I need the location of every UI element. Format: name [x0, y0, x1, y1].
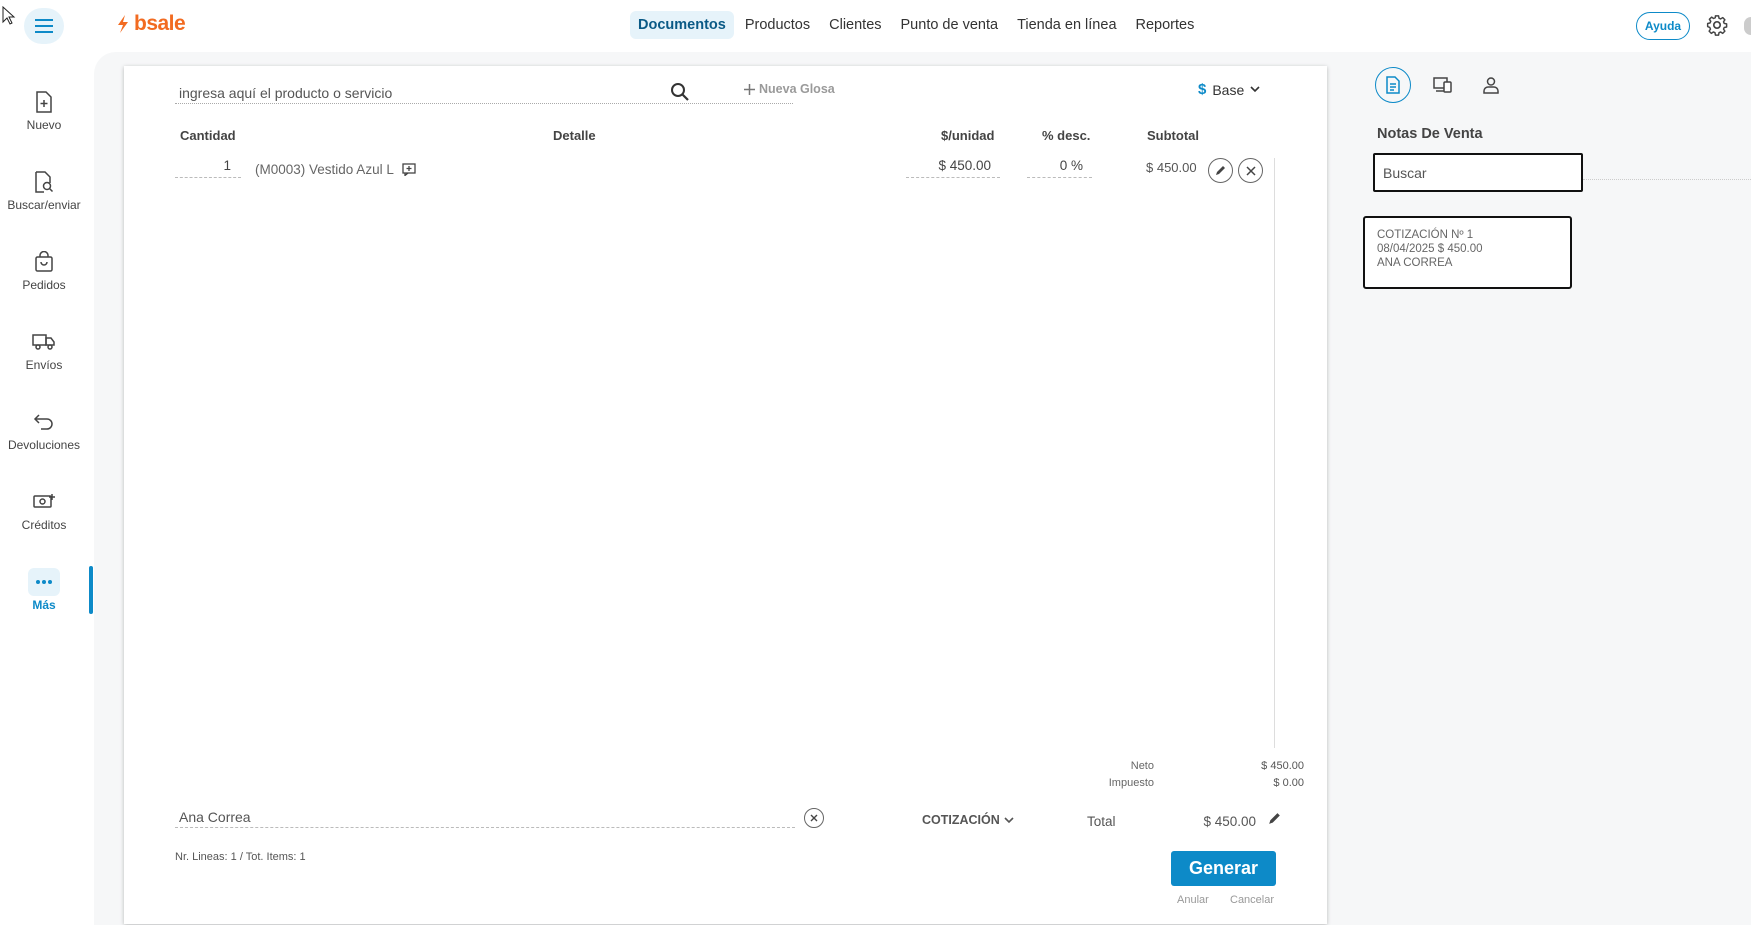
document-icon: [1386, 76, 1400, 94]
nav-productos[interactable]: Productos: [737, 11, 818, 39]
close-icon: [810, 814, 818, 822]
plus-icon: [744, 83, 755, 95]
add-note-icon[interactable]: [402, 163, 416, 176]
chevron-down-icon: [1004, 816, 1014, 823]
qty-input[interactable]: 1: [175, 158, 241, 178]
sidebar-item-label: Nuevo: [26, 118, 62, 132]
sidebar-item-envios[interactable]: Envíos: [0, 328, 88, 372]
clear-client-button[interactable]: [804, 808, 824, 828]
nav-reportes[interactable]: Reportes: [1128, 11, 1203, 39]
truck-icon: [32, 334, 55, 350]
client-input[interactable]: Ana Correa: [175, 806, 795, 828]
mouse-cursor-icon: [2, 6, 16, 25]
sidebar-item-label: Envíos: [25, 358, 63, 372]
menu-button[interactable]: [24, 8, 64, 44]
panel-title: Notas De Venta: [1377, 126, 1483, 142]
void-link[interactable]: Anular: [1177, 894, 1209, 906]
active-indicator: [89, 566, 93, 614]
col-desc: % desc.: [1042, 128, 1091, 143]
price-list-label: Base: [1212, 81, 1245, 98]
tab-client[interactable]: [1473, 67, 1509, 103]
notes-search-input[interactable]: Buscar: [1373, 153, 1583, 192]
help-button[interactable]: Ayuda: [1636, 12, 1690, 40]
search-underline: [1583, 179, 1751, 180]
neto-label: Neto: [1130, 760, 1154, 772]
total-label: Total: [1087, 814, 1116, 829]
unit-price-input[interactable]: $ 450.00: [906, 158, 1000, 178]
sidebar-item-creditos[interactable]: Créditos: [0, 488, 88, 532]
bsale-logo-icon: [118, 15, 128, 33]
card-line-1: COTIZACIÓN Nº 1: [1377, 229, 1474, 241]
cash-plus-icon: [33, 494, 55, 508]
bag-icon: [35, 251, 53, 272]
document-panel: ingresa aquí el producto o servicio Nuev…: [124, 66, 1327, 924]
pencil-icon[interactable]: [1268, 812, 1281, 825]
file-plus-icon: [36, 91, 52, 113]
devices-icon: [1433, 77, 1452, 93]
impuesto-label: Impuesto: [1108, 777, 1154, 789]
bsale-logo[interactable]: bsale: [116, 12, 186, 36]
tab-documents[interactable]: [1375, 67, 1411, 103]
price-list-select[interactable]: $ Base: [1198, 81, 1260, 98]
file-search-icon: [35, 171, 54, 193]
generate-button[interactable]: Generar: [1171, 851, 1276, 886]
logo-text: bsale: [134, 12, 186, 35]
line-subtotal: $ 450.00: [1146, 160, 1197, 175]
main-nav: Documentos Productos Clientes Punto de v…: [630, 11, 1205, 39]
col-detalle: Detalle: [553, 128, 596, 143]
col-subtotal: Subtotal: [1147, 128, 1199, 143]
edit-line-button[interactable]: [1208, 158, 1233, 183]
product-search-input[interactable]: ingresa aquí el producto o servicio: [175, 82, 793, 104]
cancel-link[interactable]: Cancelar: [1230, 894, 1274, 906]
total-value: $ 450.00: [1203, 814, 1256, 829]
divider: [1274, 158, 1275, 748]
sidebar-item-label: Buscar/enviar: [7, 198, 81, 212]
document-type-label: COTIZACIÓN: [922, 813, 1000, 827]
sidebar: Nuevo Buscar/enviar Pedidos Envíos Devol…: [0, 52, 93, 925]
nav-documentos[interactable]: Documentos: [630, 11, 734, 39]
sidebar-item-nuevo[interactable]: Nuevo: [0, 88, 88, 132]
sidebar-item-label: Pedidos: [22, 278, 66, 292]
more-icon: [36, 580, 52, 584]
card-line-2: 08/04/2025 $ 450.00: [1377, 243, 1483, 255]
col-unidad: $/unidad: [941, 128, 995, 143]
nav-tienda-en-linea[interactable]: Tienda en línea: [1009, 11, 1124, 39]
sidebar-item-label: Créditos: [21, 518, 67, 532]
neto-value: $ 450.00: [1261, 760, 1304, 772]
gear-icon[interactable]: [1706, 14, 1728, 36]
sidebar-item-label: Devoluciones: [7, 438, 81, 452]
line-detail: (M0003) Vestido Azul L: [255, 162, 394, 177]
card-line-3: ANA CORREA: [1377, 257, 1453, 269]
user-icon: [1483, 77, 1499, 94]
return-icon: [33, 414, 53, 430]
sidebar-item-pedidos[interactable]: Pedidos: [0, 248, 88, 292]
new-gloss-button[interactable]: Nueva Glosa: [744, 82, 835, 96]
sidebar-item-label: Más: [32, 598, 56, 612]
nav-clientes[interactable]: Clientes: [821, 11, 889, 39]
document-type-select[interactable]: COTIZACIÓN: [922, 813, 1014, 827]
top-bar: bsale Documentos Productos Clientes Punt…: [0, 0, 1751, 52]
tab-devices[interactable]: [1425, 67, 1461, 103]
sidebar-item-devoluciones[interactable]: Devoluciones: [0, 408, 88, 452]
chevron-down-icon: [1250, 86, 1260, 93]
discount-input[interactable]: 0 %: [1027, 158, 1092, 178]
list-item[interactable]: COTIZACIÓN Nº 1 08/04/2025 $ 450.00 ANA …: [1363, 216, 1572, 289]
lines-info: Nr. Lineas: 1 / Tot. Items: 1: [175, 851, 306, 863]
impuesto-value: $ 0.00: [1273, 777, 1304, 789]
delete-line-button[interactable]: [1238, 158, 1263, 183]
sidebar-item-buscar-enviar[interactable]: Buscar/enviar: [0, 168, 88, 212]
avatar[interactable]: [1744, 17, 1751, 35]
dollar-icon: $: [1198, 81, 1207, 98]
close-icon: [1245, 165, 1256, 176]
sidebar-item-mas[interactable]: Más: [0, 568, 88, 612]
pencil-icon: [1216, 166, 1225, 175]
new-gloss-label: Nueva Glosa: [759, 82, 835, 96]
nav-punto-de-venta[interactable]: Punto de venta: [893, 11, 1007, 39]
hamburger-icon: [35, 19, 53, 33]
search-icon[interactable]: [670, 82, 690, 102]
col-cantidad: Cantidad: [180, 128, 236, 143]
